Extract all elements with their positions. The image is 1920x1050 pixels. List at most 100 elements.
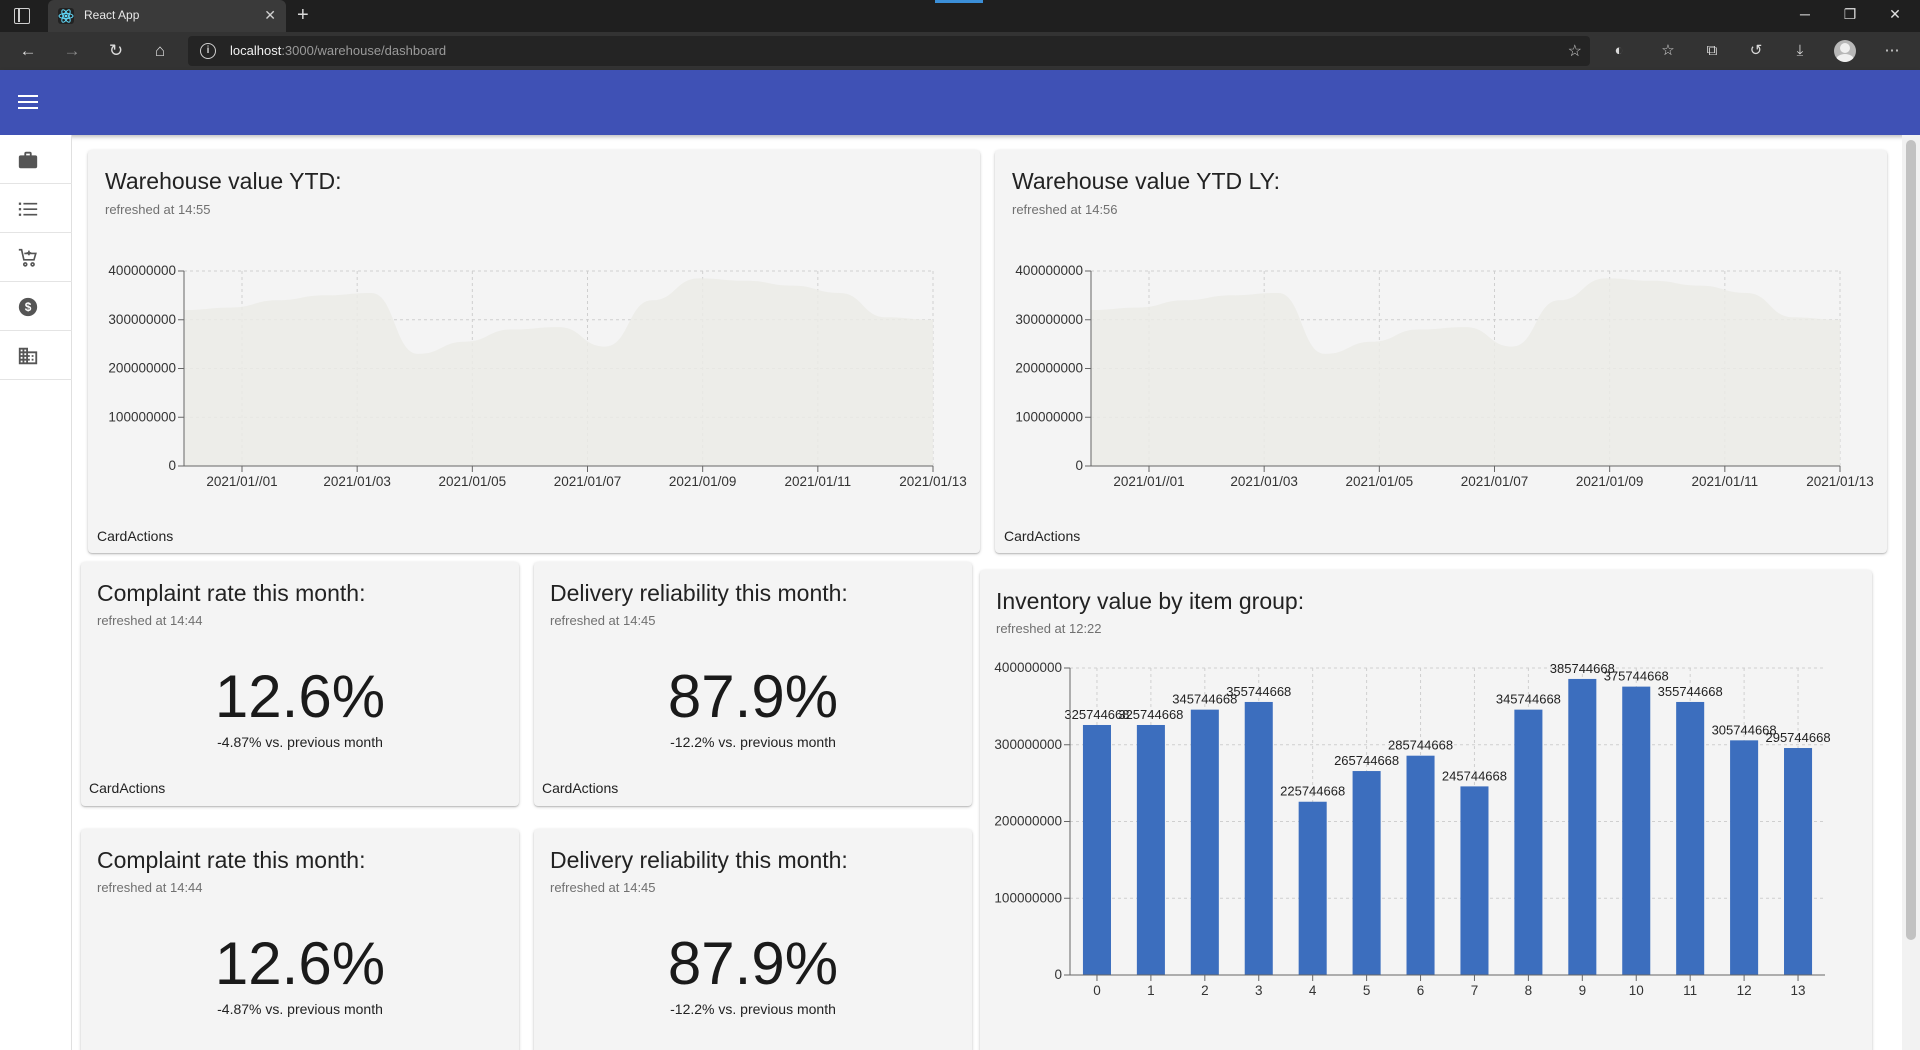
history-icon[interactable]: ↺ (1746, 41, 1766, 61)
x-tick-label: 0 (1093, 983, 1101, 998)
bar (1460, 786, 1489, 975)
card-delivery-reliability: Delivery reliability this month: refresh… (534, 562, 972, 806)
url-text: localhost:3000/warehouse/dashboard (230, 43, 447, 58)
extension-icon[interactable]: ◐ (1609, 41, 1629, 61)
bar (1136, 724, 1165, 975)
downloads-icon[interactable]: ⤓ (1790, 41, 1810, 61)
titlebar-indicator (935, 0, 983, 3)
home-icon[interactable]: ⌂ (150, 41, 170, 61)
add-favorite-icon[interactable]: ☆ (1568, 41, 1582, 61)
bar-value-label: 355744668 (1226, 684, 1291, 699)
favorites-icon[interactable]: ☆ (1658, 41, 1678, 61)
x-tick-label: 4 (1309, 983, 1317, 998)
area-series (1091, 278, 1840, 466)
x-tick-label: 10 (1629, 983, 1644, 998)
kpi-value: 12.6% (214, 663, 386, 730)
x-tick-label: 2021/01/05 (439, 474, 507, 489)
card-complaint-rate-2: Complaint rate this month: refreshed at … (81, 829, 519, 1050)
x-tick-label: 2021/01/13 (899, 474, 967, 489)
x-tick-label: 2021/01/11 (1692, 474, 1759, 489)
kpi-value: 87.9% (667, 663, 839, 730)
bar (1406, 755, 1435, 975)
bar (1514, 709, 1543, 975)
page-scrollbar-thumb[interactable] (1906, 140, 1916, 940)
card-subtitle: refreshed at 14:44 (97, 880, 203, 895)
new-tab-icon[interactable]: + (297, 5, 309, 25)
inventory-bar-chart: 0100000000200000000300000000400000000325… (994, 660, 1830, 998)
collections-icon[interactable]: ⧉ (1702, 41, 1722, 61)
x-tick-label: 2 (1201, 983, 1209, 998)
side-navigation: $ (0, 135, 72, 1050)
card-warehouse-value-ytd: Warehouse value YTD: refreshed at 14:55 … (88, 150, 980, 553)
tab-title: React App (84, 8, 140, 22)
y-tick-label: 200000000 (108, 361, 176, 376)
nav-item-list[interactable] (0, 184, 72, 233)
card-subtitle: refreshed at 12:22 (996, 621, 1102, 636)
list-icon (18, 202, 38, 216)
bar-value-label: 355744668 (1658, 684, 1723, 699)
bar (1244, 701, 1273, 975)
x-tick-label: 3 (1255, 983, 1263, 998)
close-window-icon[interactable]: ✕ (1885, 6, 1905, 23)
card-subtitle: refreshed at 14:44 (97, 613, 203, 628)
card-actions[interactable]: CardActions (89, 780, 165, 796)
kpi-comparison: -12.2% vs. previous month (670, 734, 836, 750)
site-info-icon[interactable]: i (200, 43, 216, 59)
x-tick-label: 2021/01//01 (206, 474, 277, 489)
dollar-icon: $ (18, 297, 38, 317)
card-actions[interactable]: CardActions (1004, 528, 1080, 544)
y-tick-label: 300000000 (1015, 312, 1083, 327)
refresh-icon[interactable]: ↻ (106, 41, 126, 61)
nav-item-cart[interactable] (0, 233, 72, 282)
profile-avatar[interactable] (1834, 40, 1856, 62)
menu-icon[interactable] (18, 95, 38, 111)
y-tick-label: 100000000 (1015, 409, 1083, 424)
ytd-ly-area-chart: 0 100000000 200000000 300000000 400000000 202… (1015, 263, 1874, 489)
y-tick-label: 100000000 (108, 409, 176, 424)
y-tick-label: 200000000 (1015, 361, 1083, 376)
y-tick-label: 400000000 (108, 263, 176, 278)
bar (1676, 701, 1705, 975)
card-subtitle: refreshed at 14:56 (1012, 202, 1118, 217)
y-tick-label: 400000000 (1015, 263, 1083, 278)
nav-item-company[interactable] (0, 331, 72, 380)
forward-icon[interactable]: → (62, 41, 82, 61)
y-tick-label: 200000000 (994, 814, 1062, 829)
kpi-comparison: -4.87% vs. previous month (217, 734, 383, 750)
card-delivery-reliability-2: Delivery reliability this month: refresh… (534, 829, 972, 1050)
react-favicon-icon (58, 8, 74, 24)
bar-value-label: 345744668 (1496, 692, 1561, 707)
tab-close-icon[interactable]: ✕ (264, 7, 276, 23)
card-title: Complaint rate this month: (97, 847, 366, 873)
bar (1298, 801, 1327, 975)
address-bar[interactable]: i localhost:3000/warehouse/dashboard ☆ (188, 36, 1590, 66)
kpi-comparison: -4.87% vs. previous month (217, 1001, 383, 1017)
kpi-value: 87.9% (667, 930, 839, 997)
more-options-icon[interactable]: ⋯ (1882, 41, 1902, 61)
bar-value-label: 295744668 (1765, 730, 1830, 745)
x-tick-label: 2021/01/13 (1806, 474, 1874, 489)
nav-item-warehouse[interactable] (0, 135, 72, 184)
kpi-comparison: -12.2% vs. previous month (670, 1001, 836, 1017)
bar (1190, 709, 1219, 975)
bar-value-label: 225744668 (1280, 784, 1345, 799)
area-series (184, 278, 933, 466)
browser-toolbar: ← → ↻ ⌂ i localhost:3000/warehouse/dashb… (0, 32, 1920, 70)
nav-item-finance[interactable]: $ (0, 282, 72, 331)
y-tick-label: 0 (168, 458, 176, 473)
tab-actions-icon[interactable] (14, 8, 30, 24)
x-tick-label: 6 (1417, 983, 1425, 998)
briefcase-icon (18, 151, 38, 169)
x-tick-label: 8 (1525, 983, 1533, 998)
restore-icon[interactable]: ❐ (1840, 6, 1860, 23)
card-actions[interactable]: CardActions (542, 780, 618, 796)
x-tick-label: 13 (1791, 983, 1806, 998)
x-tick-label: 12 (1737, 983, 1752, 998)
x-tick-label: 9 (1579, 983, 1587, 998)
y-tick-label: 300000000 (994, 737, 1062, 752)
x-tick-label: 1 (1147, 983, 1155, 998)
minimize-icon[interactable]: ─ (1795, 6, 1815, 22)
card-actions[interactable]: CardActions (97, 528, 173, 544)
back-icon[interactable]: ← (18, 41, 38, 61)
browser-tab[interactable]: React App ✕ (48, 0, 286, 32)
